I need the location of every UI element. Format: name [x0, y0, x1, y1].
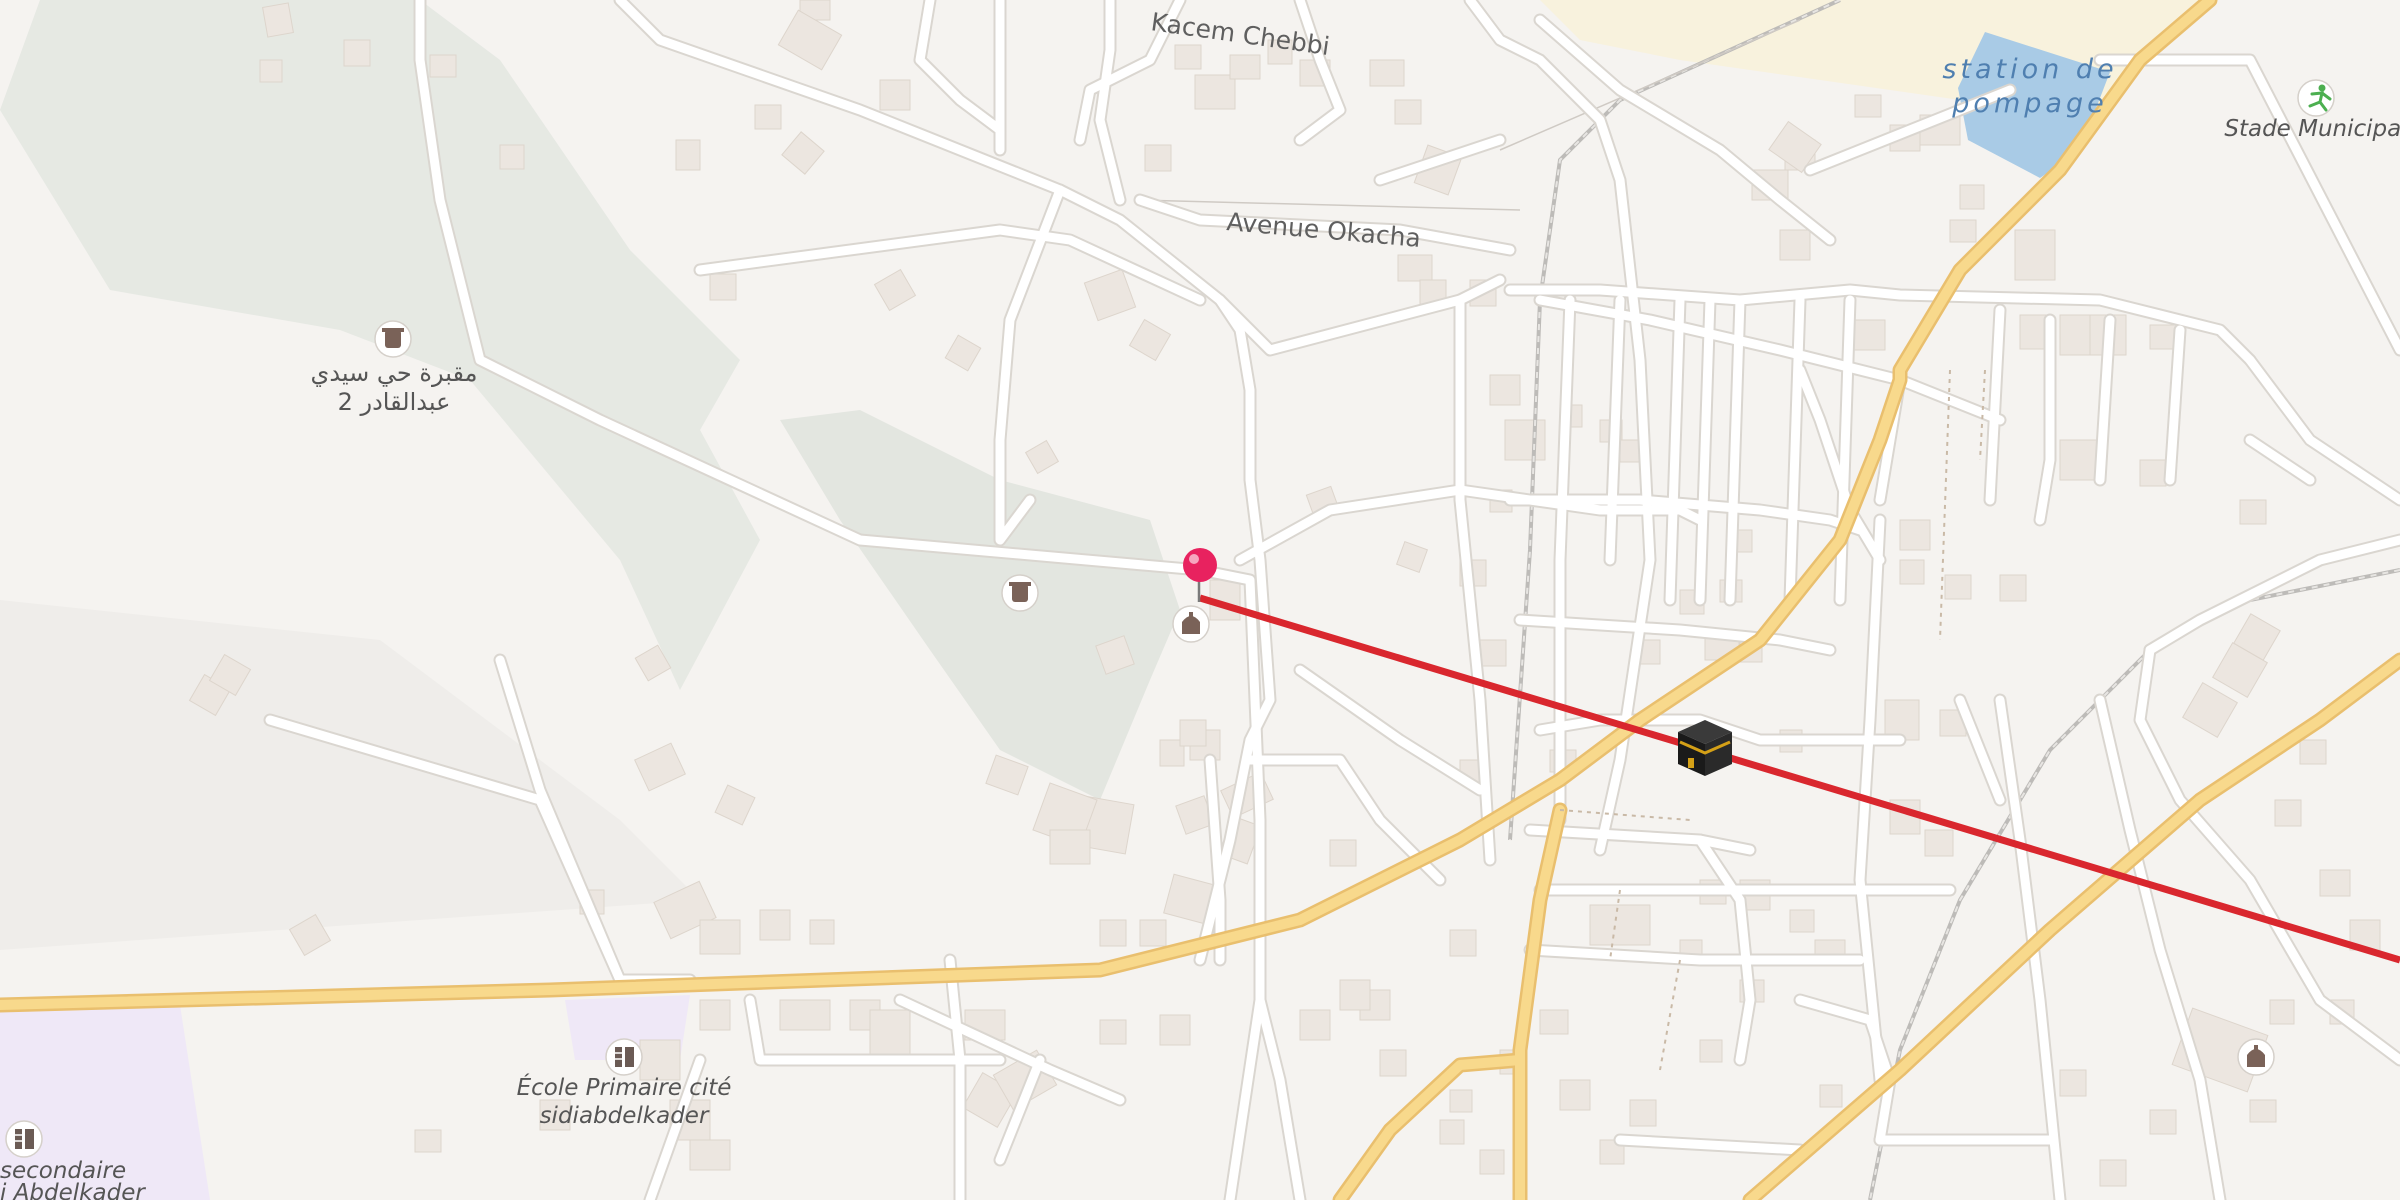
water-label-line2: pompage	[1951, 88, 2107, 119]
school-icon[interactable]	[605, 1038, 643, 1076]
stadium-icon[interactable]	[2297, 79, 2335, 117]
school-label-line1: École Primaire cité	[517, 1073, 732, 1101]
mosque-icon[interactable]	[2237, 1038, 2275, 1076]
map-canvas[interactable]: Kacem Chebbi Avenue Okacha station de po…	[0, 0, 2400, 1200]
stadium-label: Stade Municipal	[2224, 116, 2400, 142]
school-icon[interactable]	[5, 1120, 43, 1158]
secondary-school-label-line2: i Abdelkader	[0, 1180, 146, 1200]
mosque-icon[interactable]	[1172, 605, 1210, 643]
cemetery-icon[interactable]	[1001, 574, 1039, 612]
cemetery-label-line1: مقبرة حي سيدي	[311, 359, 478, 387]
cemetery-icon[interactable]	[374, 320, 412, 358]
kaaba-icon[interactable]	[1678, 720, 1732, 776]
water-label-line1: station de	[1942, 54, 2117, 85]
school-label-line2: sidiabdelkader	[540, 1103, 710, 1129]
cemetery-label-line2: عبدالقادر 2	[338, 388, 451, 416]
